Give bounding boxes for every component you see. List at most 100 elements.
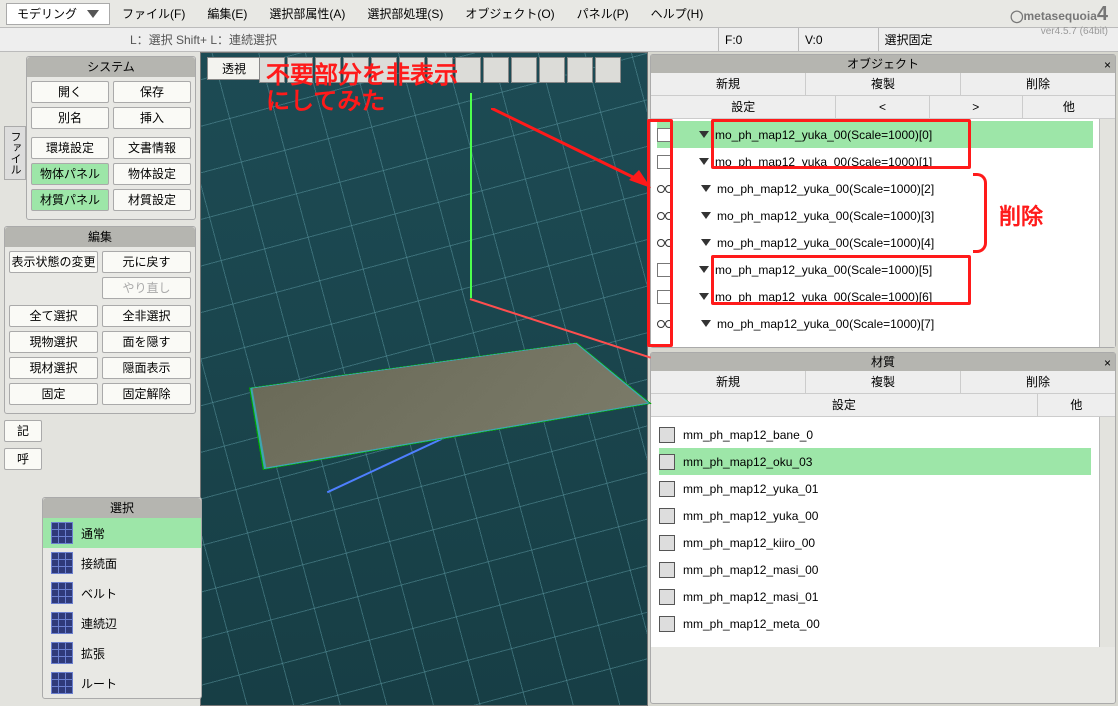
info-selfix[interactable]: 選択固定: [878, 28, 938, 52]
eye-icon[interactable]: [657, 182, 673, 196]
alias-button[interactable]: 別名: [31, 107, 109, 129]
hideback-button[interactable]: 隠面表示: [102, 357, 191, 379]
vp-tool-gear[interactable]: [483, 57, 509, 83]
obj-other-button[interactable]: 他: [1022, 96, 1115, 118]
chevron-down-icon[interactable]: [699, 293, 709, 300]
left-extra-a[interactable]: 記: [4, 420, 42, 442]
menu-help[interactable]: ヘルプ(H): [651, 5, 704, 22]
material-item[interactable]: mm_ph_map12_yuka_01: [659, 475, 1091, 502]
unfix-button[interactable]: 固定解除: [102, 383, 191, 405]
object-list: mo_ph_map12_yuka_00(Scale=1000)[0] mo_ph…: [651, 119, 1099, 347]
material-item[interactable]: mm_ph_map12_masi_00: [659, 556, 1091, 583]
eye-icon[interactable]: [657, 236, 673, 250]
info-bar: L：選択 Shift+ L：連続選択 F:0 V:0 選択固定: [0, 28, 1118, 52]
material-item[interactable]: mm_ph_map12_yuka_00: [659, 502, 1091, 529]
chevron-down-icon[interactable]: [699, 158, 709, 165]
chevron-down-icon[interactable]: [701, 185, 711, 192]
mode-dropdown[interactable]: モデリング: [6, 3, 110, 25]
sel-mode-normal[interactable]: 通常: [43, 518, 201, 548]
obj-lt-button[interactable]: <: [835, 96, 928, 118]
chevron-down-icon[interactable]: [701, 212, 711, 219]
redo-button[interactable]: やり直し: [102, 277, 191, 299]
open-button[interactable]: 開く: [31, 81, 109, 103]
hideface-button[interactable]: 面を隠す: [102, 331, 191, 353]
undo-button[interactable]: 元に戻す: [102, 251, 191, 273]
left-extra-b[interactable]: 呼: [4, 448, 42, 470]
material-item[interactable]: mm_ph_map12_kiiro_00: [659, 529, 1091, 556]
sel-mode-route[interactable]: ルート: [43, 668, 201, 698]
selall-button[interactable]: 全て選択: [9, 305, 98, 327]
menu-panel[interactable]: パネル(P): [577, 5, 629, 22]
vp-tool-color[interactable]: [595, 57, 621, 83]
obj-gt-button[interactable]: >: [929, 96, 1022, 118]
scrollbar[interactable]: [1099, 417, 1115, 647]
obj-dup-button[interactable]: 複製: [805, 73, 960, 95]
close-icon[interactable]: ×: [1104, 56, 1111, 74]
eye-icon[interactable]: [657, 317, 673, 331]
material-item[interactable]: mm_ph_map12_oku_03: [659, 448, 1091, 475]
obj-set-button[interactable]: 設定: [651, 96, 835, 118]
mat-del-button[interactable]: 削除: [960, 371, 1115, 393]
mat-other-button[interactable]: 他: [1037, 394, 1115, 416]
visibility-checkbox[interactable]: [657, 128, 671, 142]
deselall-button[interactable]: 全非選択: [102, 305, 191, 327]
visibility-checkbox[interactable]: [657, 290, 671, 304]
object-item[interactable]: mo_ph_map12_yuka_00(Scale=1000)[4]: [657, 229, 1093, 256]
insert-button[interactable]: 挿入: [113, 107, 191, 129]
visibility-checkbox[interactable]: [657, 155, 671, 169]
sel-mode-expand[interactable]: 拡張: [43, 638, 201, 668]
objset-button[interactable]: 物体設定: [113, 163, 191, 185]
scrollbar[interactable]: [1099, 119, 1115, 347]
material-item[interactable]: mm_ph_map12_bane_0: [659, 421, 1091, 448]
object-item[interactable]: mo_ph_map12_yuka_00(Scale=1000)[7]: [657, 310, 1093, 337]
selmat-button[interactable]: 現材選択: [9, 357, 98, 379]
menu-selproc[interactable]: 選択部処理(S): [367, 5, 443, 22]
matset-button[interactable]: 材質設定: [113, 189, 191, 211]
close-icon[interactable]: ×: [1104, 354, 1111, 372]
mode-label: モデリング: [17, 5, 77, 22]
object-item[interactable]: mo_ph_map12_yuka_00(Scale=1000)[0]: [657, 121, 1093, 148]
fix-button[interactable]: 固定: [9, 383, 98, 405]
object-item[interactable]: mo_ph_map12_yuka_00(Scale=1000)[5]: [657, 256, 1093, 283]
sel-mode-belt[interactable]: ベルト: [43, 578, 201, 608]
matpanel-button[interactable]: 材質パネル: [31, 189, 109, 211]
save-button[interactable]: 保存: [113, 81, 191, 103]
chevron-down-icon[interactable]: [699, 266, 709, 273]
selreal-button[interactable]: 現物選択: [9, 331, 98, 353]
file-side-tab[interactable]: ファイル: [4, 126, 26, 180]
object-item[interactable]: mo_ph_map12_yuka_00(Scale=1000)[1]: [657, 148, 1093, 175]
object-item[interactable]: mo_ph_map12_yuka_00(Scale=1000)[2]: [657, 175, 1093, 202]
vp-tool-move[interactable]: [511, 57, 537, 83]
viewport-tab[interactable]: 透視: [207, 57, 261, 80]
docinfo-button[interactable]: 文書情報: [113, 137, 191, 159]
obj-new-button[interactable]: 新規: [651, 73, 805, 95]
material-swatch: [659, 616, 675, 632]
chevron-down-icon[interactable]: [699, 131, 709, 138]
material-item[interactable]: mm_ph_map12_masi_01: [659, 583, 1091, 610]
obj-del-button[interactable]: 削除: [960, 73, 1115, 95]
visibility-checkbox[interactable]: [657, 263, 671, 277]
vp-tool-zoom[interactable]: [539, 57, 565, 83]
mat-new-button[interactable]: 新規: [651, 371, 805, 393]
menu-edit[interactable]: 編集(E): [207, 5, 247, 22]
material-item[interactable]: mm_ph_map12_meta_00: [659, 610, 1091, 637]
annotation-arrow-icon: [491, 108, 651, 188]
mat-dup-button[interactable]: 複製: [805, 371, 960, 393]
vp-tool-8[interactable]: [455, 57, 481, 83]
sel-mode-loop[interactable]: 連続辺: [43, 608, 201, 638]
env-button[interactable]: 環境設定: [31, 137, 109, 159]
right-sidebar: オブジェクト× 新規 複製 削除 設定 < > 他 mo_ph_map12_yu…: [648, 52, 1118, 706]
mat-set-button[interactable]: 設定: [651, 394, 1037, 416]
vp-tool-shade[interactable]: [567, 57, 593, 83]
object-item[interactable]: mo_ph_map12_yuka_00(Scale=1000)[6]: [657, 283, 1093, 310]
chevron-down-icon[interactable]: [701, 239, 711, 246]
objpanel-button[interactable]: 物体パネル: [31, 163, 109, 185]
sel-mode-adj[interactable]: 接続面: [43, 548, 201, 578]
viewport[interactable]: 透視 不要部分を非表示 にしてみた: [200, 52, 648, 706]
menu-selattr[interactable]: 選択部属性(A): [269, 5, 345, 22]
eye-icon[interactable]: [657, 209, 673, 223]
menu-file[interactable]: ファイル(F): [122, 5, 185, 22]
chevron-down-icon[interactable]: [701, 320, 711, 327]
menu-object[interactable]: オブジェクト(O): [465, 5, 554, 22]
viewchg-button[interactable]: 表示状態の変更: [9, 251, 98, 273]
